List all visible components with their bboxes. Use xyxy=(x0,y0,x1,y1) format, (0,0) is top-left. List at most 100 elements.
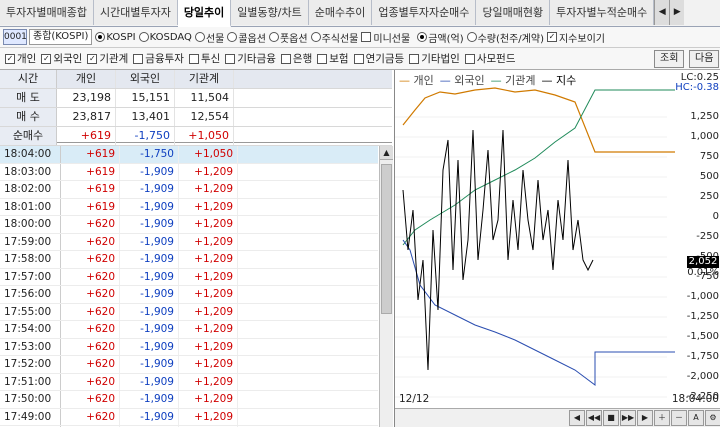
tab-scroll-left-icon[interactable]: ◀ xyxy=(654,0,670,25)
summary-cell: 23,198 xyxy=(57,89,116,107)
row-value: +1,209 xyxy=(179,338,238,355)
tab-7[interactable]: 투자자별누적순매수 xyxy=(550,0,655,25)
chart-canvas xyxy=(395,87,675,398)
table-row[interactable]: 18:02:00 +619 -1,909 +1,209 xyxy=(0,181,378,199)
row-value: +620 xyxy=(61,408,120,425)
query-button[interactable]: 조회 xyxy=(654,50,685,68)
table-row[interactable]: 17:59:00 +620 -1,909 +1,209 xyxy=(0,233,378,251)
tab-0[interactable]: 투자자별매매종합 xyxy=(0,0,94,25)
table-row[interactable]: 17:58:00 +620 -1,909 +1,209 xyxy=(0,251,378,269)
table-row[interactable]: 17:49:00 +620 -1,909 +1,209 xyxy=(0,408,378,426)
market-radio-4[interactable]: 풋옵션 xyxy=(268,30,308,45)
row-value: +1,209 xyxy=(179,233,238,250)
filter-0[interactable]: ✓ 개인 xyxy=(5,51,36,66)
unit-radio-0[interactable]: 금액(억) xyxy=(417,30,464,45)
tab-2[interactable]: 당일추이 xyxy=(177,0,232,27)
list-scrollbar[interactable]: ▲ xyxy=(379,146,393,427)
radio-icon xyxy=(417,32,428,42)
filter-6[interactable]: 은행 xyxy=(280,51,312,66)
row-value: -1,909 xyxy=(120,408,179,425)
filter-7[interactable]: 보험 xyxy=(317,51,349,66)
market-radio-0[interactable]: KOSPI xyxy=(95,30,136,45)
summary-cell: +619 xyxy=(57,127,116,145)
market-radio-5[interactable]: 주식선물 xyxy=(310,30,358,45)
toolbar-row: 0001 종합(KOSPI) KOSPI KOSDAQ 선물 콜옵션 풋옵션 주식선물 미… xyxy=(0,27,720,48)
table-row[interactable]: 18:00:00 +620 -1,909 +1,209 xyxy=(0,216,378,234)
table-row[interactable]: 17:57:00 +620 -1,909 +1,209 xyxy=(0,268,378,286)
filter-8[interactable]: 연기금등 xyxy=(353,51,405,66)
table-row[interactable]: 18:03:00 +619 -1,909 +1,209 xyxy=(0,163,378,181)
table-row[interactable]: 17:53:00 +620 -1,909 +1,209 xyxy=(0,338,378,356)
filter-10[interactable]: 사모펀드 xyxy=(464,51,515,66)
table-row[interactable]: 18:01:00 +619 -1,909 +1,209 xyxy=(0,198,378,216)
row-value: +620 xyxy=(61,338,120,355)
filter-3[interactable]: 금융투자 xyxy=(133,51,184,66)
summary-header-cell: 시간 xyxy=(0,70,57,88)
pct-label: 0.01% xyxy=(687,267,719,278)
filter-label: 연기금등 xyxy=(365,53,405,65)
market-radio-2[interactable]: 선물 xyxy=(194,30,224,45)
scroll-up-icon[interactable]: ▲ xyxy=(380,146,393,160)
row-value: +1,209 xyxy=(179,268,238,285)
table-row[interactable]: 18:04:00 +619 -1,750 +1,050 xyxy=(0,146,378,164)
summary-cell: 12,554 xyxy=(175,108,234,126)
table-row[interactable]: 17:52:00 +620 -1,909 +1,209 xyxy=(0,356,378,374)
index-show-toggle[interactable]: ✓ 지수보이기 xyxy=(546,30,605,45)
table-row[interactable]: 17:50:00 +620 -1,909 +1,209 xyxy=(0,391,378,409)
trend-chart[interactable]: — 개인 — 외국인 — 기관계 — 지수 LC:0.25 HC:-0.38 12/1… xyxy=(394,70,720,427)
scroll-right-icon[interactable]: ▶ xyxy=(637,410,653,426)
y-tick-label: 1,000 xyxy=(690,131,719,142)
code-field[interactable]: 0001 xyxy=(3,29,27,45)
filter-5[interactable]: 기타금융 xyxy=(225,51,276,66)
settings-icon[interactable]: ⚙ xyxy=(705,410,720,426)
checkbox-icon xyxy=(280,53,291,64)
row-time: 17:56:00 xyxy=(0,286,61,303)
next-button[interactable]: 다음 xyxy=(689,50,720,68)
tab-scroll-right-icon[interactable]: ▶ xyxy=(669,0,685,25)
row-value: +1,209 xyxy=(179,163,238,180)
stop-icon[interactable]: ■ xyxy=(603,410,619,426)
market-radio-1[interactable]: KOSDAQ xyxy=(138,30,192,45)
market-combo[interactable]: 종합(KOSPI) xyxy=(29,29,93,45)
y-tick-label: -1,500 xyxy=(686,331,719,342)
scroll-thumb[interactable] xyxy=(381,164,392,314)
tab-4[interactable]: 순매수추이 xyxy=(308,0,373,25)
y-tick-label: -2,000 xyxy=(686,371,719,382)
tab-bar: 투자자별매매종합 시간대별투자자 당일추이 일별동향/차트 순매수추이 업종별투자자순매수… xyxy=(0,0,720,27)
row-value: +1,209 xyxy=(179,373,238,390)
table-row[interactable]: 17:55:00 +620 -1,909 +1,209 xyxy=(0,303,378,321)
unit-radio-1[interactable]: 수량(천주/계약) xyxy=(466,30,544,45)
first-icon[interactable]: ◀◀ xyxy=(586,410,602,426)
tab-3[interactable]: 일별동향/차트 xyxy=(231,0,309,25)
summary-header-cell: 개인 xyxy=(57,70,116,88)
radio-icon xyxy=(95,32,106,42)
chart-date: 12/12 xyxy=(399,393,430,405)
y-tick-label: -2,250 xyxy=(686,391,719,402)
summary-cell: 11,504 xyxy=(175,89,234,107)
last-icon[interactable]: ▶▶ xyxy=(620,410,636,426)
zoom-in-icon[interactable]: ＋ xyxy=(654,410,670,426)
filter-2[interactable]: ✓ 기관계 xyxy=(87,51,128,66)
row-time: 17:58:00 xyxy=(0,251,61,268)
filter-4[interactable]: 투신 xyxy=(188,51,220,66)
table-row[interactable]: 17:56:00 +620 -1,909 +1,209 xyxy=(0,286,378,304)
summary-row: 매 수 23,817 13,401 12,554 xyxy=(0,108,392,127)
table-row[interactable]: 17:54:00 +620 -1,909 +1,209 xyxy=(0,321,378,339)
font-icon[interactable]: A xyxy=(688,410,704,426)
table-row[interactable]: 17:51:00 +620 -1,909 +1,209 xyxy=(0,373,378,391)
y-tick-label: 250 xyxy=(699,191,719,202)
market-radio-3[interactable]: 콜옵션 xyxy=(227,30,266,45)
summary-cell: 23,817 xyxy=(57,108,116,126)
filter-1[interactable]: ✓ 외국인 xyxy=(41,51,82,66)
tab-5[interactable]: 업종별투자자순매수 xyxy=(372,0,477,25)
filter-9[interactable]: 기타법인 xyxy=(409,51,460,66)
market-radio-label: KOSPI xyxy=(106,31,136,43)
tab-1[interactable]: 시간대별투자자 xyxy=(93,0,178,25)
tab-6[interactable]: 당일매매현황 xyxy=(476,0,551,25)
summary-cell: 15,151 xyxy=(116,89,175,107)
zoom-out-icon[interactable]: － xyxy=(671,410,687,426)
market-radio-label: 풋옵션 xyxy=(279,33,308,45)
time-list: 18:04:00 +619 -1,750 +1,050 18:03:00 +619 -1,9… xyxy=(0,146,378,427)
scroll-left-icon[interactable]: ◀ xyxy=(569,410,585,426)
mini-futures-option[interactable]: 미니선물 xyxy=(361,30,410,45)
